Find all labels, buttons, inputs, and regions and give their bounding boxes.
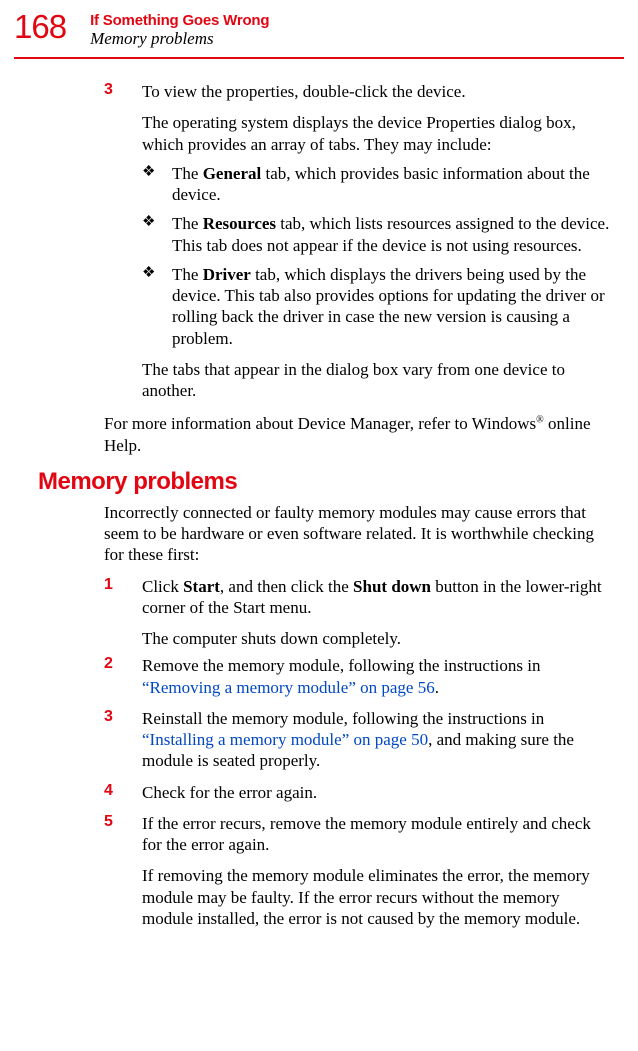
bold-text: Resources <box>203 214 276 233</box>
header-titles: If Something Goes Wrong Memory problems <box>90 10 269 49</box>
paragraph: The operating system displays the device… <box>142 112 610 155</box>
bullet-item: ❖ The General tab, which provides basic … <box>142 163 610 206</box>
bullet-text: The Resources tab, which lists resources… <box>172 213 610 256</box>
step-text: Reinstall the memory module, following t… <box>142 708 610 772</box>
bold-text: General <box>203 164 262 183</box>
mem-step-2: 2 Remove the memory module, following th… <box>38 655 610 698</box>
registered-mark: ® <box>536 415 544 426</box>
bullet-text: The General tab, which provides basic in… <box>172 163 610 206</box>
mem-step-3: 3 Reinstall the memory module, following… <box>38 708 610 772</box>
paragraph: For more information about Device Manage… <box>104 413 610 456</box>
page-header: 168 If Something Goes Wrong Memory probl… <box>0 0 638 53</box>
mem-step-4: 4 Check for the error again. <box>38 782 610 803</box>
text: Click <box>142 577 183 596</box>
step-number: 4 <box>104 782 142 803</box>
paragraph: Incorrectly connected or faulty memory m… <box>104 502 610 566</box>
step-text: If the error recurs, remove the memory m… <box>142 813 610 856</box>
page: 168 If Something Goes Wrong Memory probl… <box>0 0 638 1051</box>
bold-text: Start <box>183 577 220 596</box>
bullet-item: ❖ The Driver tab, which displays the dri… <box>142 264 610 349</box>
bold-text: Shut down <box>353 577 431 596</box>
text: . <box>435 678 439 697</box>
text: Reinstall the memory module, following t… <box>142 709 544 728</box>
mem-step-1: 1 Click Start, and then click the Shut d… <box>38 576 610 619</box>
text: , and then click the <box>220 577 353 596</box>
diamond-bullet-icon: ❖ <box>142 264 172 349</box>
page-number: 168 <box>0 10 90 43</box>
text: The <box>172 265 203 284</box>
diamond-bullet-icon: ❖ <box>142 163 172 206</box>
step-number: 5 <box>104 813 142 856</box>
diamond-bullet-icon: ❖ <box>142 213 172 256</box>
section-heading-memory-problems: Memory problems <box>38 468 610 496</box>
step-number: 3 <box>104 708 142 772</box>
step-number: 2 <box>104 655 142 698</box>
text: The <box>172 214 203 233</box>
step-number: 3 <box>104 81 142 102</box>
step-number: 1 <box>104 576 142 619</box>
bullet-text: The Driver tab, which displays the drive… <box>172 264 610 349</box>
paragraph: The computer shuts down completely. <box>142 628 610 649</box>
header-section-title: Memory problems <box>90 29 269 49</box>
mem-step-5: 5 If the error recurs, remove the memory… <box>38 813 610 856</box>
paragraph: If removing the memory module eliminates… <box>142 865 610 929</box>
cross-reference-link[interactable]: “Removing a memory module” on page 56 <box>142 678 435 697</box>
cross-reference-link[interactable]: “Installing a memory module” on page 50 <box>142 730 428 749</box>
step-3: 3 To view the properties, double-click t… <box>38 81 610 102</box>
chapter-title: If Something Goes Wrong <box>90 12 269 29</box>
step-text: To view the properties, double-click the… <box>142 81 610 102</box>
step-text: Check for the error again. <box>142 782 610 803</box>
text: The <box>172 164 203 183</box>
bold-text: Driver <box>203 265 251 284</box>
text: Remove the memory module, following the … <box>142 656 541 675</box>
step-text: Click Start, and then click the Shut dow… <box>142 576 610 619</box>
bullet-item: ❖ The Resources tab, which lists resourc… <box>142 213 610 256</box>
content-area: 3 To view the properties, double-click t… <box>0 59 638 929</box>
step-text: Remove the memory module, following the … <box>142 655 610 698</box>
text: For more information about Device Manage… <box>104 414 536 433</box>
paragraph: The tabs that appear in the dialog box v… <box>142 359 610 402</box>
